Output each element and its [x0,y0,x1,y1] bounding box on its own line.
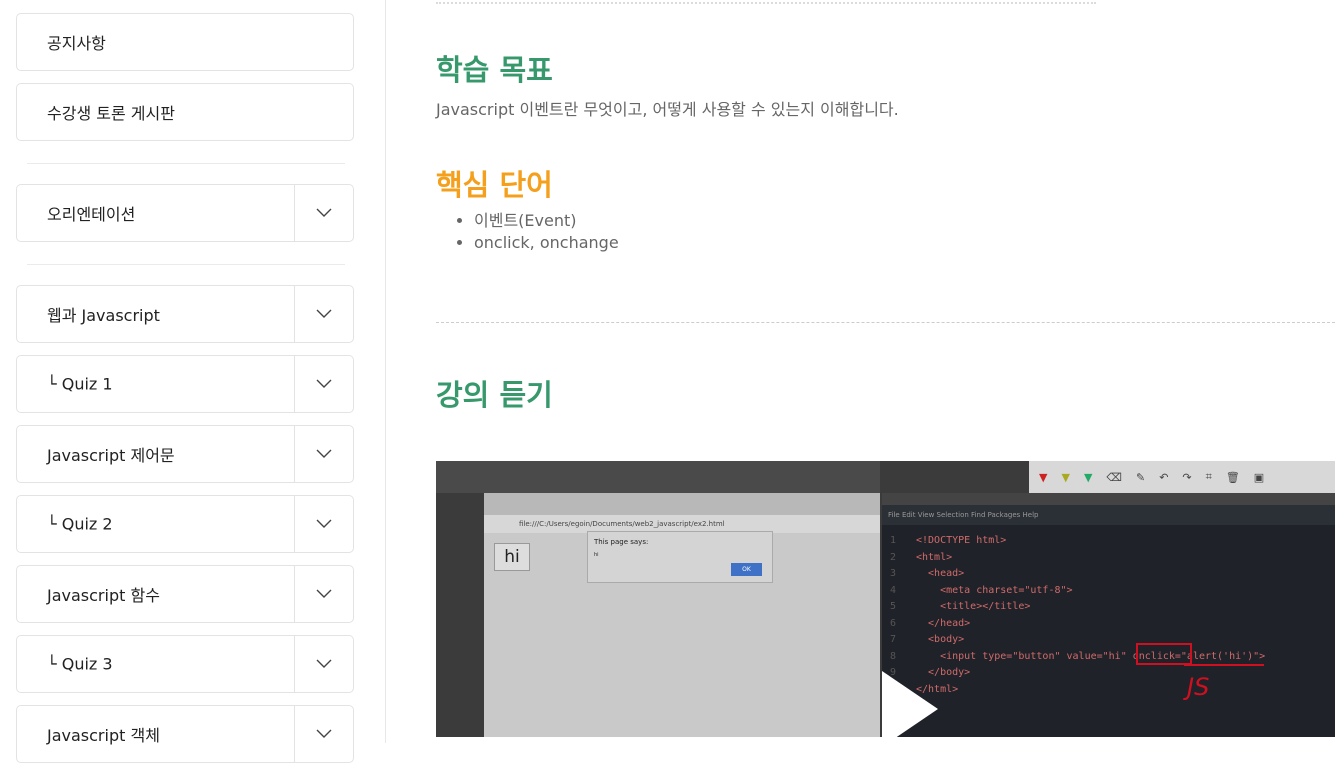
code-text: <input type="button" value="hi" onclick=… [916,650,1266,662]
editor-title [882,493,1335,505]
lecture-video-player[interactable]: ▼ ▼ ▼ ⌫ ✎ ↶ ↷ ⌗ 🗑 ▣ file:///C:/Users/ego… [436,461,1335,737]
code-line: 8 <input type="button" value="hi" onclic… [890,649,1265,666]
line-number: 6 [890,617,897,629]
section-divider [436,322,1335,323]
code-text: <body> [916,634,965,645]
crop-icon: ⌗ [1205,470,1212,483]
line-number: 3 [890,568,897,579]
video-browser-window: file:///C:/Users/egoin/Documents/web2_ja… [484,493,880,737]
learning-goal-text: Javascript 이벤트란 무엇이고, 어떻게 사용할 수 있는지 이해합니… [436,100,899,119]
lecture-heading: 강의 듣기 [436,378,553,412]
alert-title: This page says: [594,538,649,546]
chevron-down-icon[interactable] [294,426,353,482]
pencil-icon: ✎ [1135,470,1146,484]
chevron-down-icon[interactable] [294,706,353,762]
sidebar-item[interactable]: Javascript 제어문 [16,425,354,483]
sidebar-item-label: 오리엔테이션 [47,205,136,224]
line-number: 5 [890,601,897,612]
sidebar-item[interactable]: 공지사항 [16,13,354,71]
sidebar-item[interactable]: └ Quiz 1 [16,355,354,413]
chevron-down-icon[interactable] [294,566,353,622]
code-text: </head> [916,617,971,629]
line-number: 7 [890,634,897,645]
code-line: 6 </head> [890,616,1265,633]
chevron-down-icon[interactable] [294,356,353,412]
chevron-down-icon[interactable] [294,636,353,692]
save-icon: ▣ [1253,470,1265,484]
line-number: 4 [890,584,897,596]
sidebar-item-label: └ Quiz 1 [47,374,113,394]
course-sidebar: 공지사항수강생 토론 게시판오리엔테이션웹과 Javascript └ Quiz … [0,0,386,763]
chevron-down-icon[interactable] [294,286,353,342]
chevron-down-icon[interactable] [294,185,353,241]
browser-tabs [484,493,880,515]
sidebar-item-label: Javascript 함수 [47,586,160,605]
hi-button: hi [494,543,530,571]
sidebar-item-label: 웹과 Javascript [47,306,160,325]
sidebar-divider [27,264,345,265]
code-text: <html> [916,551,953,563]
code-line: 3 <head> [890,566,1265,583]
lesson-content: 학습 목표 Javascript 이벤트란 무엇이고, 어떻게 사용할 수 있는… [386,0,1335,743]
sidebar-item-label: Javascript 객체 [47,726,160,745]
trash-icon: 🗑 [1225,470,1240,484]
eraser-icon: ⌫ [1106,470,1122,484]
sidebar-item[interactable]: └ Quiz 3 [16,635,354,693]
editor-menu: File Edit View Selection Find Packages H… [882,505,1335,525]
sidebar-item-label: Javascript 제어문 [47,446,175,465]
code-text: <!DOCTYPE html> [916,535,1007,546]
keyword-item: 이벤트(Event) [474,210,619,232]
marker-icon: ▼ [1083,470,1093,484]
code-line: 5 <title></title> [890,599,1265,616]
pen-icon: ▼ [1039,470,1048,484]
sidebar-item[interactable]: Javascript 함수 [16,565,354,623]
undo-icon: ↶ [1159,470,1169,484]
sidebar-item[interactable]: Javascript 객체 [16,705,354,763]
keywords-heading: 핵심 단어 [436,168,553,202]
line-number: 1 [890,535,897,546]
keyword-list: 이벤트(Event) onclick, onchange [436,210,619,254]
redo-icon: ↷ [1182,470,1192,484]
keyword-item: onclick, onchange [474,232,619,254]
code-line: 1 <!DOCTYPE html> [890,533,1265,550]
sidebar-item[interactable]: └ Quiz 2 [16,495,354,553]
highlighter-icon: ▼ [1061,470,1070,484]
sidebar-item-label: └ Quiz 3 [47,654,113,674]
play-icon[interactable] [882,671,938,737]
sidebar-item-label: └ Quiz 2 [47,514,113,534]
chevron-down-icon[interactable] [294,496,353,552]
video-annotation-toolbar: ▼ ▼ ▼ ⌫ ✎ ↶ ↷ ⌗ 🗑 ▣ [1029,461,1335,493]
truncated-text-line [436,0,1096,4]
code-line: 4 <meta charset="utf-8"> [890,583,1265,600]
sidebar-item[interactable]: 수강생 토론 게시판 [16,83,354,141]
code-line: 2 <html> [890,550,1265,567]
annotation-underline [1184,664,1264,666]
video-code-editor: File Edit View Selection Find Packages H… [882,493,1335,737]
sidebar-item[interactable]: 웹과 Javascript [16,285,354,343]
code-line: 7 <body> [890,632,1265,649]
code-text: <head> [916,568,965,579]
learning-goal-heading: 학습 목표 [436,53,553,87]
sidebar-item-label: 수강생 토론 게시판 [47,104,175,123]
line-number: 2 [890,551,897,563]
alert-dialog: This page says: hi OK [587,531,773,583]
code-text: <title></title> [916,601,1031,612]
code-text: <meta charset="utf-8"> [916,584,1073,596]
alert-message: hi [594,552,599,558]
sidebar-item[interactable]: 오리엔테이션 [16,184,354,242]
sidebar-divider [27,163,345,164]
alert-ok-button: OK [731,563,762,576]
line-number: 8 [890,650,897,662]
sidebar-item-label: 공지사항 [47,34,106,53]
annotation-text: JS [1187,673,1210,701]
video-background-window [436,461,880,493]
annotation-box [1136,643,1192,665]
